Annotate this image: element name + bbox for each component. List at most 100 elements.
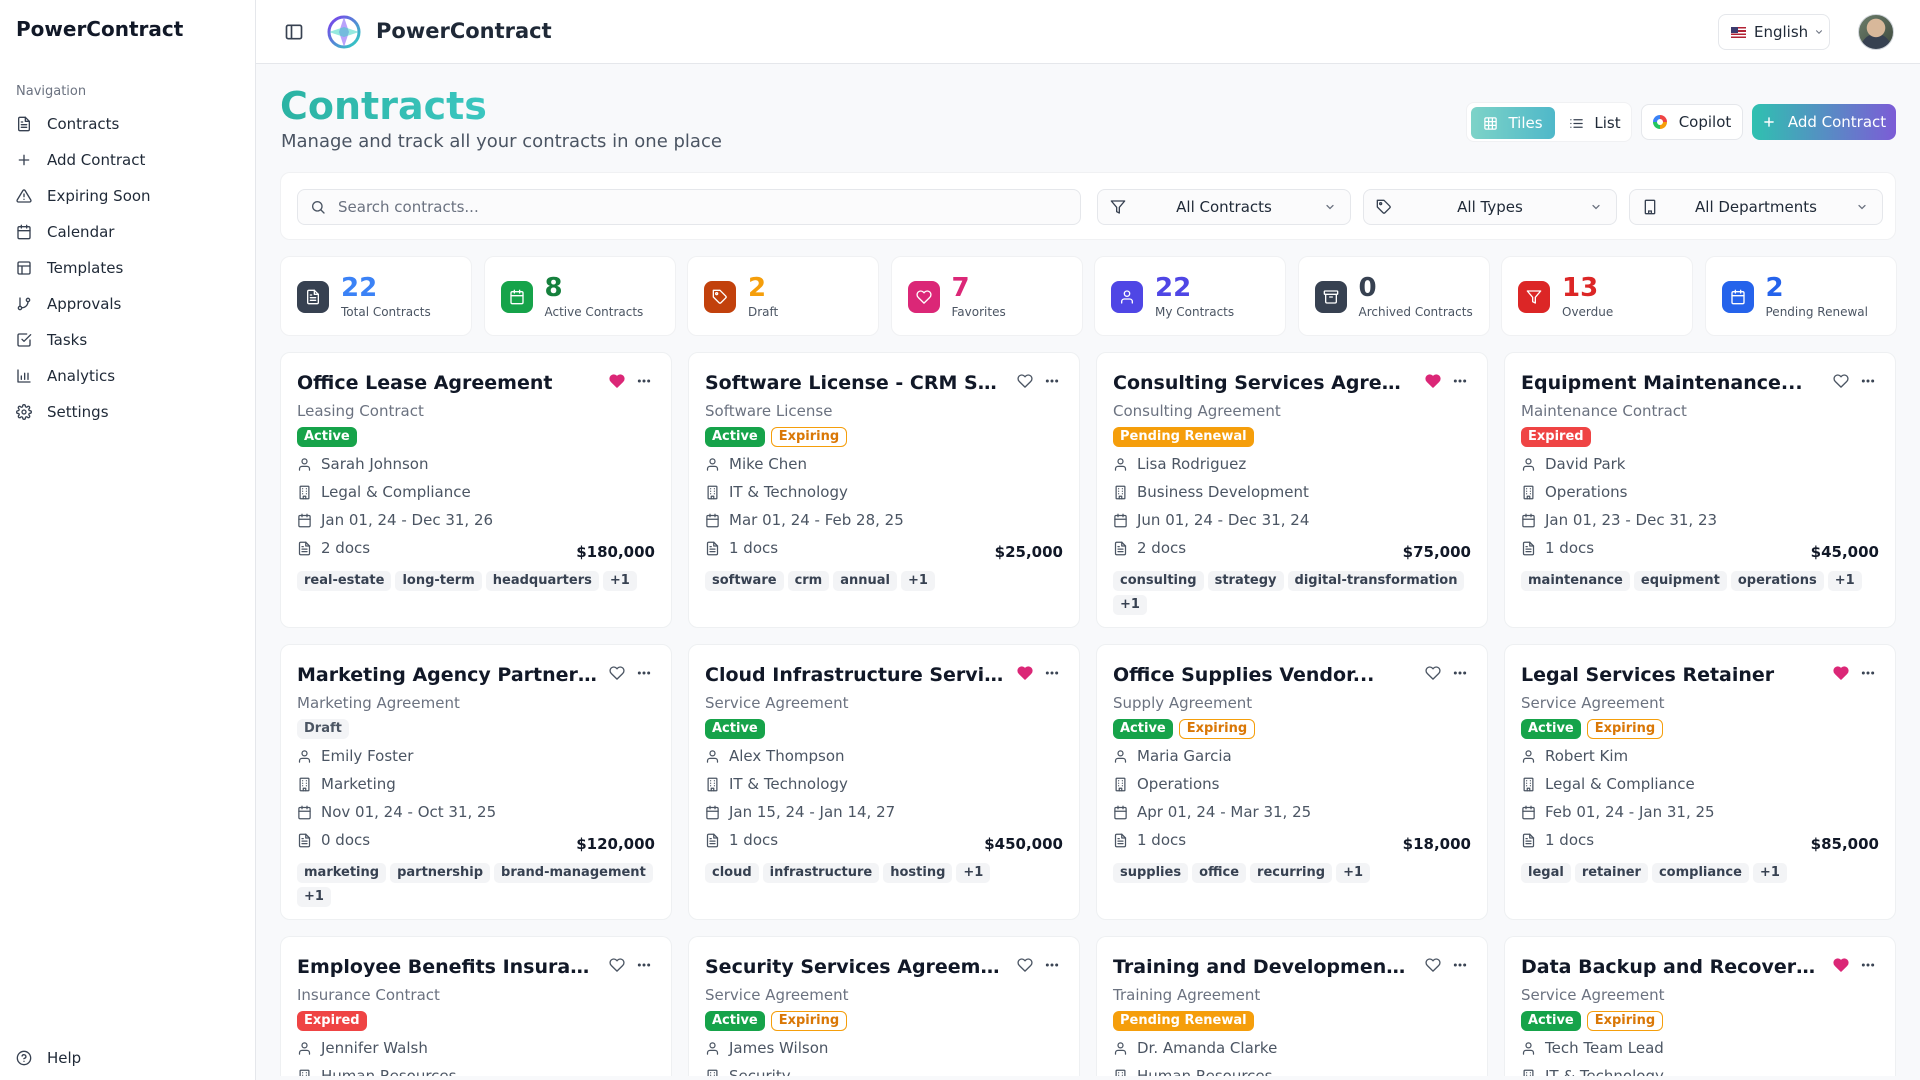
heart-icon[interactable] bbox=[609, 665, 625, 681]
stat-card-draft[interactable]: 2 Draft bbox=[687, 256, 879, 336]
contract-title[interactable]: Equipment Maintenance... bbox=[1521, 372, 1821, 394]
sidebar-item-expiring-soon[interactable]: Expiring Soon bbox=[0, 178, 256, 214]
heart-icon[interactable] bbox=[1017, 665, 1033, 681]
sidebar-brand[interactable]: PowerContract bbox=[16, 17, 183, 41]
tag[interactable]: recurring bbox=[1250, 863, 1333, 883]
sidebar-toggle-icon[interactable] bbox=[284, 22, 304, 42]
more-icon[interactable] bbox=[1044, 957, 1060, 973]
tag[interactable]: cloud bbox=[705, 863, 759, 883]
heart-icon[interactable] bbox=[1833, 665, 1849, 681]
tag[interactable]: maintenance bbox=[1521, 571, 1630, 591]
language-select[interactable]: English bbox=[1718, 14, 1830, 50]
heart-icon[interactable] bbox=[609, 373, 625, 389]
contract-title[interactable]: Office Lease Agreement bbox=[297, 372, 597, 394]
tag[interactable]: compliance bbox=[1651, 863, 1749, 883]
contract-card[interactable]: Office Supplies Vendor... Supply Agreemen… bbox=[1096, 644, 1488, 920]
tag[interactable]: equipment bbox=[1633, 571, 1727, 591]
list-view-button[interactable]: List bbox=[1561, 107, 1629, 139]
tag[interactable]: +1 bbox=[1113, 595, 1147, 615]
tag[interactable]: +1 bbox=[1752, 863, 1787, 883]
stat-card-archived-contracts[interactable]: 0 Archived Contracts bbox=[1297, 256, 1490, 336]
heart-icon[interactable] bbox=[609, 957, 625, 973]
contract-card[interactable]: Legal Services Retainer Service Agreement… bbox=[1504, 644, 1896, 920]
more-icon[interactable] bbox=[1860, 957, 1876, 973]
contract-card[interactable]: Software License - CRM System Software Li… bbox=[688, 352, 1080, 628]
contract-title[interactable]: Employee Benefits Insurance bbox=[297, 956, 597, 978]
sidebar-item-add-contract[interactable]: Add Contract bbox=[0, 142, 256, 178]
sidebar-item-contracts[interactable]: Contracts bbox=[0, 106, 256, 142]
stat-card-overdue[interactable]: 13 Overdue bbox=[1501, 256, 1693, 336]
sidebar-item-help[interactable]: Help bbox=[0, 1040, 256, 1076]
more-icon[interactable] bbox=[1452, 957, 1468, 973]
tag[interactable]: +1 bbox=[1336, 863, 1371, 883]
contract-title[interactable]: Training and Development... bbox=[1113, 956, 1413, 978]
contract-card[interactable]: Security Services Agreement Service Agree… bbox=[688, 936, 1080, 1076]
more-icon[interactable] bbox=[1860, 665, 1876, 681]
heart-icon[interactable] bbox=[1425, 373, 1441, 389]
tag[interactable]: infrastructure bbox=[762, 863, 880, 883]
contract-title[interactable]: Consulting Services Agreement bbox=[1113, 372, 1413, 394]
user-avatar[interactable] bbox=[1858, 14, 1894, 50]
sidebar-item-approvals[interactable]: Approvals bbox=[0, 286, 256, 322]
more-icon[interactable] bbox=[636, 665, 652, 681]
heart-icon[interactable] bbox=[1425, 665, 1441, 681]
sidebar-item-templates[interactable]: Templates bbox=[0, 250, 256, 286]
department-filter-dropdown[interactable]: All Departments bbox=[1629, 189, 1883, 225]
heart-icon[interactable] bbox=[1425, 957, 1441, 973]
stat-card-favorites[interactable]: 7 Favorites bbox=[890, 256, 1083, 336]
search-input[interactable] bbox=[338, 198, 1068, 216]
sidebar-item-analytics[interactable]: Analytics bbox=[0, 358, 256, 394]
tag[interactable]: software bbox=[705, 571, 784, 591]
contract-card[interactable]: Employee Benefits Insurance Insurance Con… bbox=[280, 936, 672, 1076]
contract-card[interactable]: Cloud Infrastructure Services Service Agr… bbox=[688, 644, 1080, 920]
more-icon[interactable] bbox=[1860, 373, 1876, 389]
sidebar-item-calendar[interactable]: Calendar bbox=[0, 214, 256, 250]
tag[interactable]: office bbox=[1192, 863, 1247, 883]
tag[interactable]: strategy bbox=[1207, 571, 1284, 591]
add-contract-button[interactable]: Add Contract bbox=[1752, 104, 1896, 140]
tag[interactable]: supplies bbox=[1113, 863, 1189, 883]
stat-card-total-contracts[interactable]: 22 Total Contracts bbox=[280, 256, 472, 336]
more-icon[interactable] bbox=[1452, 665, 1468, 681]
contract-title[interactable]: Security Services Agreement bbox=[705, 956, 1005, 978]
contract-card[interactable]: Office Lease Agreement Leasing Contract Ac… bbox=[280, 352, 672, 628]
more-icon[interactable] bbox=[636, 373, 652, 389]
contract-card[interactable]: Consulting Services Agreement Consulting … bbox=[1096, 352, 1488, 628]
more-icon[interactable] bbox=[1452, 373, 1468, 389]
stat-card-my-contracts[interactable]: 22 My Contracts bbox=[1094, 256, 1286, 336]
tag[interactable]: hosting bbox=[883, 863, 953, 883]
sidebar-item-tasks[interactable]: Tasks bbox=[0, 322, 256, 358]
tag[interactable]: +1 bbox=[1827, 571, 1862, 591]
status-filter-dropdown[interactable]: All Contracts bbox=[1097, 189, 1351, 225]
tag[interactable]: long-term bbox=[395, 571, 482, 591]
tag[interactable]: +1 bbox=[297, 887, 331, 907]
copilot-button[interactable]: Copilot bbox=[1641, 104, 1743, 140]
tag[interactable]: partnership bbox=[390, 863, 491, 883]
tag[interactable]: marketing bbox=[297, 863, 387, 883]
tag[interactable]: crm bbox=[787, 571, 830, 591]
heart-icon[interactable] bbox=[1833, 373, 1849, 389]
tag[interactable]: +1 bbox=[956, 863, 991, 883]
more-icon[interactable] bbox=[636, 957, 652, 973]
heart-icon[interactable] bbox=[1017, 373, 1033, 389]
tag[interactable]: +1 bbox=[602, 571, 637, 591]
tag[interactable]: legal bbox=[1521, 863, 1571, 883]
tag[interactable]: headquarters bbox=[485, 571, 599, 591]
tag[interactable]: brand-management bbox=[494, 863, 653, 883]
contract-title[interactable]: Data Backup and Recovery... bbox=[1521, 956, 1821, 978]
tag[interactable]: annual bbox=[833, 571, 897, 591]
tag[interactable]: consulting bbox=[1113, 571, 1204, 591]
stat-card-pending-renewal[interactable]: 2 Pending Renewal bbox=[1704, 256, 1897, 336]
contract-title[interactable]: Marketing Agency Partnership bbox=[297, 664, 597, 686]
heart-icon[interactable] bbox=[1017, 957, 1033, 973]
tag[interactable]: digital-transformation bbox=[1287, 571, 1465, 591]
contract-card[interactable]: Equipment Maintenance... Maintenance Cont… bbox=[1504, 352, 1896, 628]
heart-icon[interactable] bbox=[1833, 957, 1849, 973]
contract-title[interactable]: Office Supplies Vendor... bbox=[1113, 664, 1413, 686]
contract-card[interactable]: Training and Development... Training Agre… bbox=[1096, 936, 1488, 1076]
sidebar-item-settings[interactable]: Settings bbox=[0, 394, 256, 430]
type-filter-dropdown[interactable]: All Types bbox=[1363, 189, 1617, 225]
more-icon[interactable] bbox=[1044, 665, 1060, 681]
contract-card[interactable]: Marketing Agency Partnership Marketing Ag… bbox=[280, 644, 672, 920]
tiles-view-button[interactable]: Tiles bbox=[1471, 107, 1555, 139]
